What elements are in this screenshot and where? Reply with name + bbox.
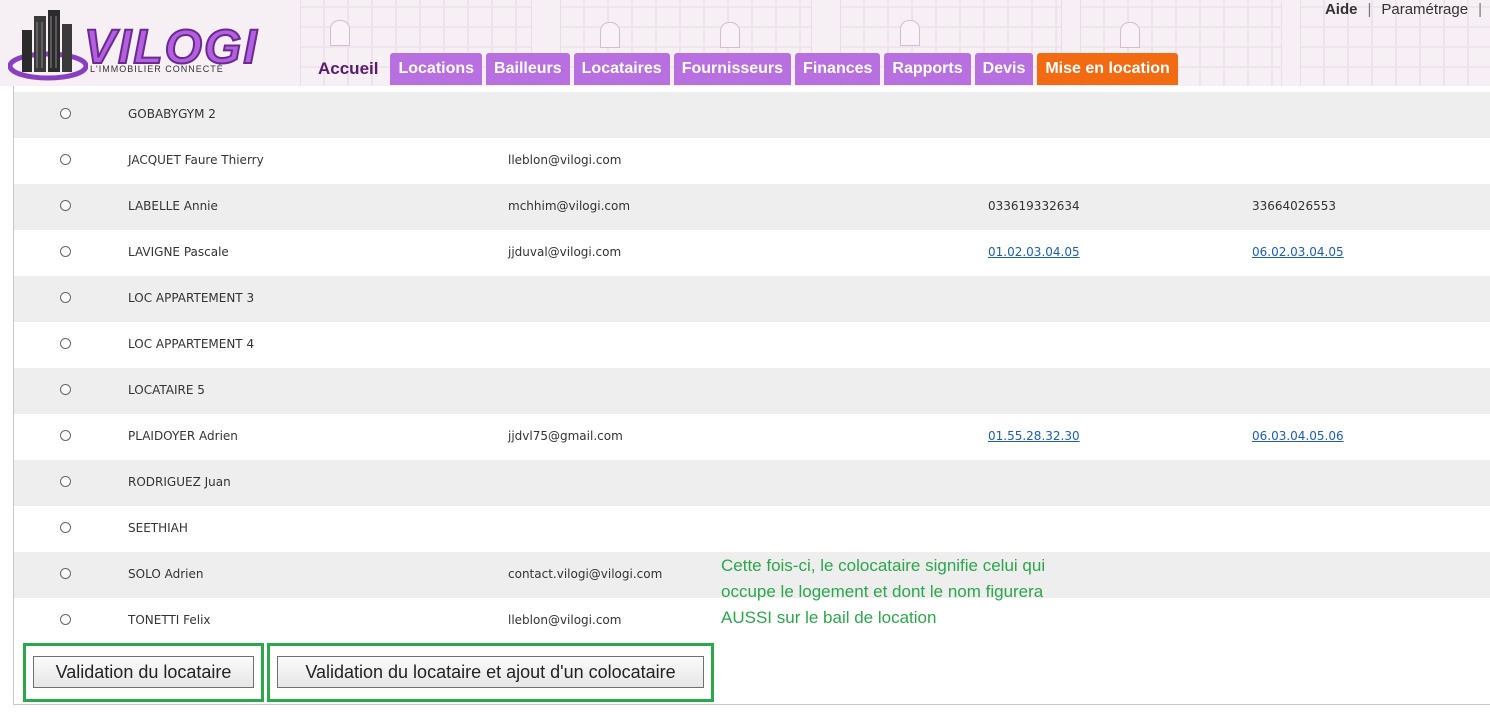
select-radio[interactable] xyxy=(60,154,71,165)
table-row[interactable]: JACQUET Faure Thierry lleblon@vilogi.com xyxy=(14,138,1490,184)
header-window-decoration xyxy=(900,20,920,46)
separator: | xyxy=(1367,0,1372,18)
tenant-name: LOCATAIRE 5 xyxy=(128,383,205,397)
tab-fournisseurs[interactable]: Fournisseurs xyxy=(673,53,792,85)
tab-bailleurs[interactable]: Bailleurs xyxy=(486,53,570,85)
tenant-phone-2[interactable]: 06.02.03.04.05 xyxy=(1252,245,1344,259)
tenant-name: SEETHIAH xyxy=(128,521,188,535)
header-window-decoration xyxy=(600,22,620,48)
table-row[interactable]: LOC APPARTEMENT 4 xyxy=(14,322,1490,368)
tenant-name: RODRIGUEZ Juan xyxy=(128,475,231,489)
tenant-phone-1[interactable]: 01.02.03.04.05 xyxy=(988,245,1080,259)
tenant-phone-1: 033619332634 xyxy=(988,199,1080,213)
table-row[interactable]: SEETHIAH xyxy=(14,506,1490,552)
tenant-phone-1[interactable]: 01.55.28.32.30 xyxy=(988,429,1080,443)
select-radio[interactable] xyxy=(60,108,71,119)
header-window-decoration xyxy=(330,20,350,46)
tab-devis[interactable]: Devis xyxy=(974,53,1034,85)
table-row[interactable]: LOC APPARTEMENT 3 xyxy=(14,276,1490,322)
tab-locations[interactable]: Locations xyxy=(390,53,483,85)
select-radio[interactable] xyxy=(60,614,71,625)
table-row[interactable]: RODRIGUEZ Juan xyxy=(14,460,1490,506)
tab-mise-en-location[interactable]: Mise en location xyxy=(1037,53,1178,85)
tenant-name: SOLO Adrien xyxy=(128,567,204,581)
tenant-phone-2: 33664026553 xyxy=(1252,199,1336,213)
header-window-decoration xyxy=(720,22,740,48)
table-row[interactable]: PLAIDOYER Adrien jjdvl75@gmail.com 01.55.2… xyxy=(14,414,1490,460)
select-radio[interactable] xyxy=(60,522,71,533)
table-row[interactable]: LABELLE Annie mchhim@vilogi.com 0336193326… xyxy=(14,184,1490,230)
select-radio[interactable] xyxy=(60,430,71,441)
select-radio[interactable] xyxy=(60,292,71,303)
tenant-name: LAVIGNE Pascale xyxy=(128,245,229,259)
top-links: Aide | Paramétrage | xyxy=(1325,0,1482,18)
select-radio[interactable] xyxy=(60,568,71,579)
tenant-phone-2[interactable]: 06.03.04.05.06 xyxy=(1252,429,1344,443)
tenant-name: LOC APPARTEMENT 4 xyxy=(128,337,255,351)
table-row[interactable]: LOCATAIRE 5 xyxy=(14,368,1490,414)
tenant-name: LABELLE Annie xyxy=(128,199,218,213)
tenant-email: lleblon@vilogi.com xyxy=(508,153,622,167)
settings-link[interactable]: Paramétrage xyxy=(1381,1,1468,18)
select-radio[interactable] xyxy=(60,200,71,211)
tenant-email: mchhim@vilogi.com xyxy=(508,199,631,213)
select-radio[interactable] xyxy=(60,384,71,395)
validate-and-add-cotenant-button[interactable]: Validation du locataire et ajout d'un co… xyxy=(277,656,704,688)
header-window-decoration xyxy=(1120,22,1140,48)
tenant-name: TONETTI Felix xyxy=(128,613,211,627)
table-row[interactable]: GOBABYGYM 2 xyxy=(14,92,1490,138)
tenant-name: GOBABYGYM 2 xyxy=(128,107,216,121)
logo-tagline: L'IMMOBILIER CONNECTÉ xyxy=(90,64,224,74)
vilogi-logo[interactable]: VILOGI L'IMMOBILIER CONNECTÉ xyxy=(7,8,270,84)
main-navigation: Accueil Locations Bailleurs Locataires F… xyxy=(310,53,1178,85)
tenant-name: JACQUET Faure Thierry xyxy=(128,153,264,167)
tab-accueil[interactable]: Accueil xyxy=(310,53,386,85)
building-logo-icon xyxy=(7,10,89,81)
tenant-email: jjduval@vilogi.com xyxy=(508,245,622,259)
tenant-email: lleblon@vilogi.com xyxy=(508,613,622,627)
tenant-email: jjdvl75@gmail.com xyxy=(508,429,623,443)
help-link[interactable]: Aide xyxy=(1325,1,1358,18)
select-radio[interactable] xyxy=(60,338,71,349)
select-radio[interactable] xyxy=(60,476,71,487)
tenant-name: LOC APPARTEMENT 3 xyxy=(128,291,255,305)
annotation-note: Cette fois-ci, le colocataire signifie c… xyxy=(721,556,1046,627)
tab-finances[interactable]: Finances xyxy=(795,53,881,85)
separator: | xyxy=(1478,0,1482,18)
table-row[interactable]: LAVIGNE Pascale jjduval@vilogi.com 01.02.0… xyxy=(14,230,1490,276)
select-radio[interactable] xyxy=(60,246,71,257)
app-header: VILOGI L'IMMOBILIER CONNECTÉ Aide | Para… xyxy=(0,0,1490,86)
tab-rapports[interactable]: Rapports xyxy=(884,53,971,85)
validate-tenant-button[interactable]: Validation du locataire xyxy=(33,656,254,688)
tenant-name: PLAIDOYER Adrien xyxy=(128,429,238,443)
tab-locataires[interactable]: Locataires xyxy=(573,53,670,85)
tenant-email: contact.vilogi@vilogi.com xyxy=(508,567,663,581)
